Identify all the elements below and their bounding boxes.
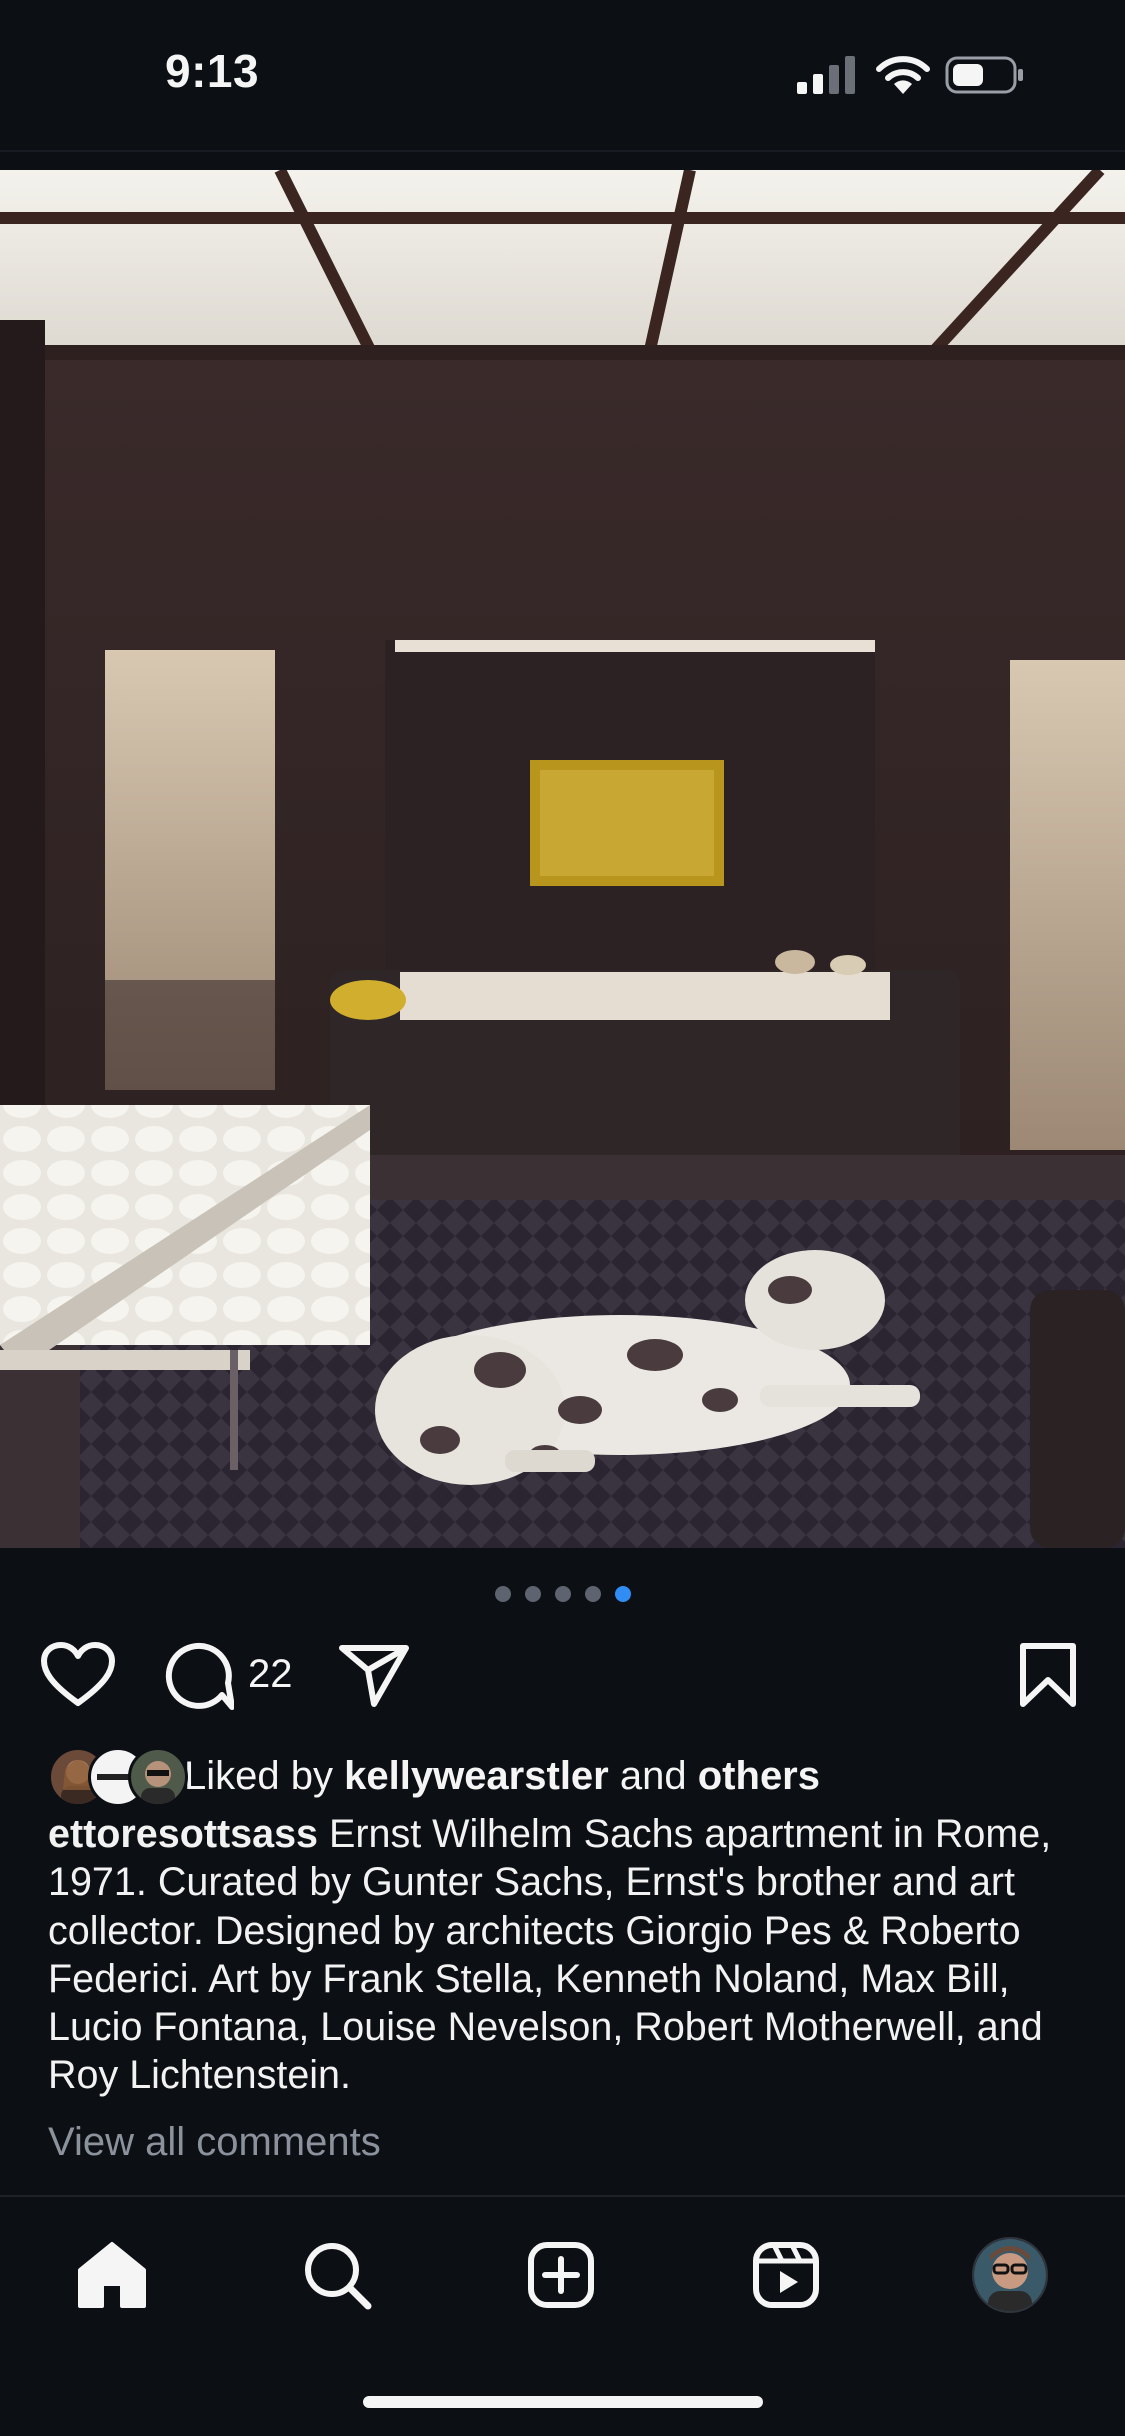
liker-avatars <box>48 1747 188 1807</box>
tab-home[interactable] <box>72 2235 152 2315</box>
liker-avatar <box>128 1747 188 1807</box>
like-button[interactable] <box>38 1635 118 1715</box>
post-caption: ettoresottsass Ernst Wilhelm Sachs apart… <box>48 1810 1088 2100</box>
wifi-icon <box>876 56 930 94</box>
comment-bubble-icon <box>165 1642 234 1710</box>
share-button[interactable] <box>334 1635 414 1715</box>
carousel-dot <box>524 1586 541 1602</box>
carousel-dot <box>554 1586 571 1602</box>
status-bar: 9:13 <box>0 0 1125 150</box>
battery-icon <box>945 56 1023 94</box>
heart-icon <box>41 1642 115 1706</box>
post-photo[interactable] <box>0 170 1125 1548</box>
liked-by-text: Liked by kellywearstler and others <box>184 1754 820 1799</box>
create-post-icon <box>528 2242 594 2308</box>
tab-profile[interactable] <box>970 2235 1050 2315</box>
tab-bar-divider <box>0 2195 1125 2197</box>
cellular-signal-icon <box>797 56 855 94</box>
comment-button[interactable] <box>158 1635 238 1715</box>
header-divider <box>0 150 1125 152</box>
tab-search[interactable] <box>297 2235 377 2315</box>
carousel-dot <box>494 1586 511 1602</box>
search-icon <box>305 2243 372 2310</box>
caption-username[interactable]: ettoresottsass <box>48 1812 318 1856</box>
save-button[interactable] <box>1008 1635 1088 1715</box>
liked-by-others[interactable]: others <box>698 1754 820 1798</box>
carousel-indicator <box>0 1586 1125 1602</box>
post-action-bar <box>0 1635 1125 1715</box>
liked-by-user[interactable]: kellywearstler <box>344 1754 609 1798</box>
paper-plane-icon <box>339 1645 409 1707</box>
tab-reels[interactable] <box>746 2235 826 2315</box>
liked-by-prefix: Liked by <box>184 1753 333 1798</box>
liked-by-row[interactable]: Liked by kellywearstler and others <box>48 1745 820 1807</box>
carousel-dot-active <box>614 1586 631 1602</box>
liked-by-joiner: and <box>619 1753 687 1798</box>
post-photo-illustration <box>0 170 1125 1548</box>
view-all-comments-link[interactable]: View all comments <box>48 2120 381 2165</box>
home-icon <box>78 2242 146 2308</box>
profile-avatar <box>972 2237 1048 2313</box>
status-time: 9:13 <box>165 45 260 97</box>
carousel-dot <box>584 1586 601 1602</box>
tab-create[interactable] <box>521 2235 601 2315</box>
home-indicator <box>363 2396 763 2408</box>
bookmark-icon <box>1020 1643 1076 1707</box>
reels-icon <box>753 2242 819 2308</box>
comment-count[interactable]: 22 <box>248 1652 293 1697</box>
